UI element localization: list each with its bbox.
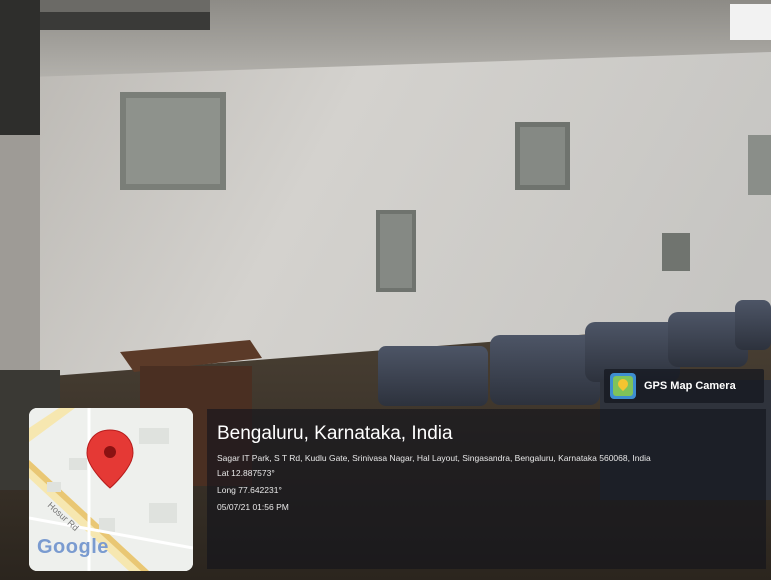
geotagged-photo: GPS Map Camera Hosur Rd Google Bengaluru… <box>0 0 771 580</box>
location-details: Bengaluru, Karnataka, India Sagar IT Par… <box>207 409 766 569</box>
location-overlay: Hosur Rd Google Bengaluru, Karnataka, In… <box>10 403 766 573</box>
map-thumbnail: Hosur Rd Google <box>29 408 193 571</box>
datetime-text: 05/07/21 01:56 PM <box>217 502 289 512</box>
google-logo-text: Google <box>37 536 109 558</box>
gps-map-camera-logo-icon <box>610 373 636 399</box>
gps-map-camera-label: GPS Map Camera <box>644 380 736 392</box>
longitude-text: Long 77.642231° <box>217 485 282 495</box>
gps-map-camera-badge: GPS Map Camera <box>604 369 764 403</box>
location-title: Bengaluru, Karnataka, India <box>217 423 453 444</box>
location-address: Sagar IT Park, S T Rd, Kudlu Gate, Srini… <box>217 453 651 463</box>
latitude-text: Lat 12.887573° <box>217 468 275 478</box>
